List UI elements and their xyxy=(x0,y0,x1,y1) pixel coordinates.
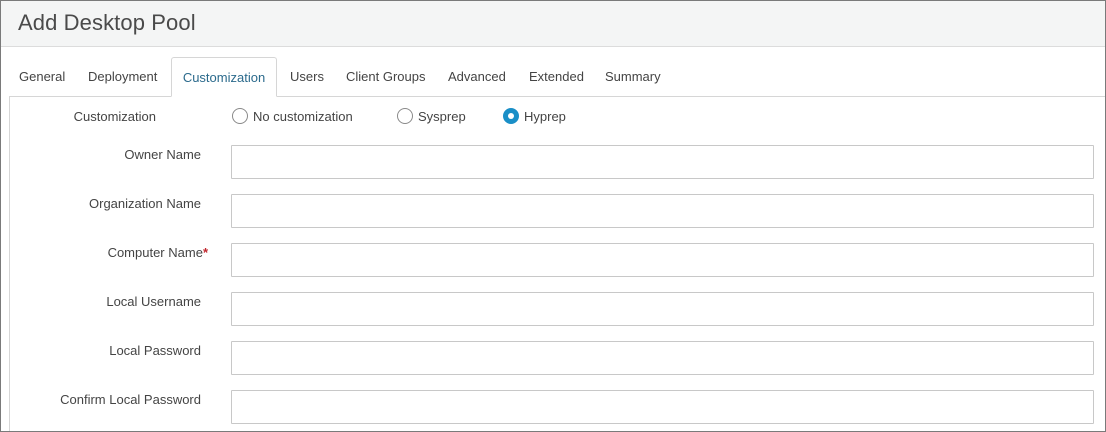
dialog-title: Add Desktop Pool xyxy=(18,10,196,35)
computer-name-input[interactable] xyxy=(231,243,1094,277)
tab-deployment[interactable]: Deployment xyxy=(88,57,157,97)
radio-label: Sysprep xyxy=(418,108,466,124)
tab-users[interactable]: Users xyxy=(290,57,324,97)
required-asterisk: * xyxy=(202,245,208,260)
local-username-input[interactable] xyxy=(231,292,1094,326)
radio-label: No customization xyxy=(253,108,353,124)
radio-no-customization[interactable]: No customization xyxy=(232,107,353,125)
radio-circle xyxy=(232,108,248,124)
local-password-input[interactable] xyxy=(231,341,1094,375)
owner-name-input[interactable] xyxy=(231,145,1094,179)
local-password-label: Local Password xyxy=(109,343,201,358)
tab-general[interactable]: General xyxy=(19,57,65,97)
tab-customization[interactable]: Customization xyxy=(171,57,277,97)
title-bar: Add Desktop Pool xyxy=(1,1,1105,47)
customization-label: Customization xyxy=(73,109,156,124)
tab-summary[interactable]: Summary xyxy=(605,57,661,97)
organization-name-input[interactable] xyxy=(231,194,1094,228)
confirm-local-password-label: Confirm Local Password xyxy=(60,392,201,407)
tab-bar: General Deployment Customization Users C… xyxy=(1,57,1105,97)
radio-sysprep[interactable]: Sysprep xyxy=(397,107,466,125)
radio-label: Hyprep xyxy=(524,108,566,124)
organization-name-label: Organization Name xyxy=(89,196,201,211)
radio-circle xyxy=(397,108,413,124)
local-username-label: Local Username xyxy=(106,294,201,309)
owner-name-label: Owner Name xyxy=(124,147,201,162)
confirm-local-password-input[interactable] xyxy=(231,390,1094,424)
add-desktop-pool-dialog: Add Desktop Pool General Deployment Cust… xyxy=(0,0,1106,432)
computer-name-label: Computer Name* xyxy=(1,245,208,260)
computer-name-label-text: Computer Name xyxy=(107,245,203,260)
tab-advanced[interactable]: Advanced xyxy=(448,57,506,97)
tab-client-groups[interactable]: Client Groups xyxy=(346,57,425,97)
radio-circle-selected xyxy=(503,108,519,124)
tab-extended[interactable]: Extended xyxy=(529,57,584,97)
radio-hyprep[interactable]: Hyprep xyxy=(503,107,566,125)
